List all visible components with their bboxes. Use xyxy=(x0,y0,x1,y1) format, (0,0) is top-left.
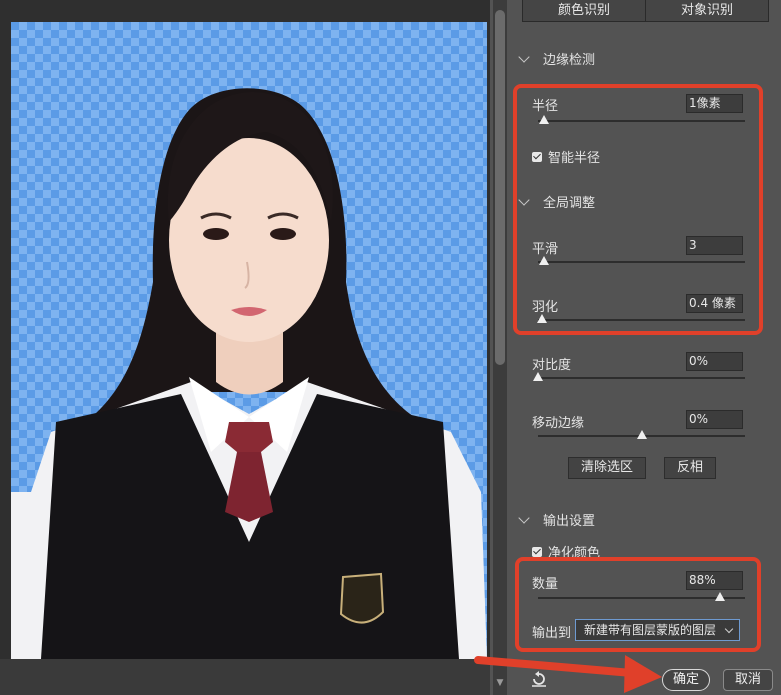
chevron-down-icon xyxy=(518,511,530,524)
smooth-slider[interactable] xyxy=(538,256,745,265)
shift-edge-label: 移动边缘 xyxy=(532,416,585,431)
tab-color-aware[interactable]: 颜色识别 xyxy=(523,0,645,21)
amount-input[interactable]: 88% xyxy=(686,571,743,590)
feather-slider[interactable] xyxy=(537,314,745,323)
reset-icon[interactable] xyxy=(530,670,548,688)
smooth-label: 平滑 xyxy=(532,242,559,257)
feather-label: 羽化 xyxy=(532,300,559,315)
output-to-label: 输出到 xyxy=(532,626,572,641)
contrast-slider[interactable] xyxy=(533,372,745,381)
scroll-down-arrow-icon[interactable]: ▼ xyxy=(493,676,507,690)
checkbox-checked-icon[interactable] xyxy=(532,151,542,162)
panel-scrollbar[interactable]: ▼ xyxy=(493,0,507,695)
global-adjust-title: 全局调整 xyxy=(543,196,596,211)
contrast-slider-thumb[interactable] xyxy=(533,372,543,381)
settings-panel: 颜色识别 对象识别 边缘检测 半径 1像素 智能半径 全局调整 平滑 3 羽化 … xyxy=(510,0,781,695)
smart-radius-checkbox[interactable]: 智能半径 xyxy=(532,147,600,166)
decontaminate-label: 净化颜色 xyxy=(548,546,601,561)
output-settings-title: 输出设置 xyxy=(543,514,596,529)
tab-object-aware[interactable]: 对象识别 xyxy=(645,0,768,21)
amount-slider-thumb[interactable] xyxy=(715,592,726,601)
preview-image[interactable] xyxy=(11,22,487,659)
cancel-button[interactable]: 取消 xyxy=(723,669,773,691)
contrast-input[interactable]: 0% xyxy=(686,352,743,371)
output-to-value: 新建带有图层蒙版的图层 xyxy=(584,623,717,637)
chevron-down-icon xyxy=(518,193,530,206)
smooth-slider-thumb[interactable] xyxy=(539,256,550,265)
scrollbar-thumb[interactable] xyxy=(495,10,505,365)
contrast-label: 对比度 xyxy=(532,358,572,373)
chevron-down-icon xyxy=(518,50,530,63)
shift-edge-slider-thumb[interactable] xyxy=(636,430,647,439)
edge-detection-header[interactable]: 边缘检测 xyxy=(518,49,596,68)
preview-canvas[interactable] xyxy=(0,0,490,695)
canvas-footer xyxy=(0,659,490,695)
clear-selection-button[interactable]: 清除选区 xyxy=(568,457,646,479)
decontaminate-checkbox[interactable]: 净化颜色 xyxy=(532,542,600,561)
edge-detection-title: 边缘检测 xyxy=(543,53,596,68)
global-adjust-header[interactable]: 全局调整 xyxy=(518,192,596,211)
amount-slider[interactable] xyxy=(538,592,745,601)
invert-button[interactable]: 反相 xyxy=(664,457,716,479)
shift-edge-input[interactable]: 0% xyxy=(686,410,743,429)
feather-input[interactable]: 0.4 像素 xyxy=(686,294,743,313)
radius-input[interactable]: 1像素 xyxy=(686,94,743,113)
ok-button[interactable]: 确定 xyxy=(662,669,710,691)
chevron-down-icon xyxy=(724,624,734,634)
radius-slider[interactable] xyxy=(538,115,745,124)
refine-edge-dialog: ▼ 颜色识别 对象识别 边缘检测 半径 1像素 智能半径 全局调整 平滑 3 羽… xyxy=(0,0,781,695)
feather-slider-thumb[interactable] xyxy=(537,314,548,323)
shift-edge-slider[interactable] xyxy=(538,430,745,439)
checkbox-checked-icon[interactable] xyxy=(532,546,542,557)
mode-tabs: 颜色识别 对象识别 xyxy=(522,0,769,22)
radius-slider-thumb[interactable] xyxy=(539,115,550,124)
smart-radius-label: 智能半径 xyxy=(548,151,601,166)
amount-label: 数量 xyxy=(532,577,559,592)
portrait-illustration xyxy=(11,88,487,659)
smooth-input[interactable]: 3 xyxy=(686,236,743,255)
output-settings-header[interactable]: 输出设置 xyxy=(518,510,596,529)
radius-label: 半径 xyxy=(532,99,559,114)
output-to-select[interactable]: 新建带有图层蒙版的图层 xyxy=(575,619,740,641)
